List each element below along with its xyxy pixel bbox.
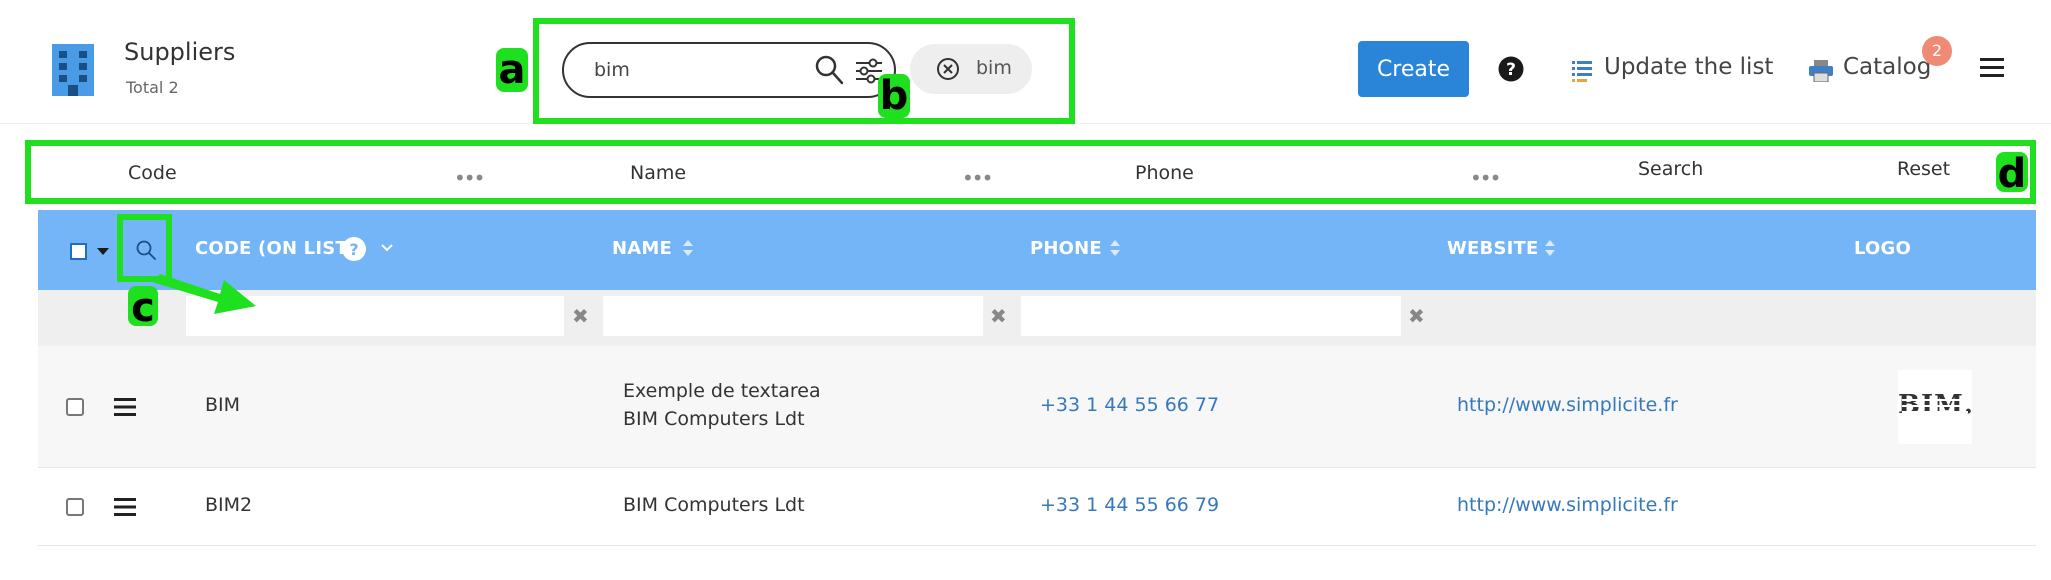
total-count: Total 2 [126,78,179,97]
logo-stripe [1902,405,1968,407]
sort-icon[interactable] [1544,239,1556,257]
column-header-phone[interactable]: PHONE [1030,238,1102,259]
svg-text:?: ? [349,240,358,259]
annotation-label-c: c [128,286,158,330]
update-list-link[interactable]: Update the list [1604,54,1773,80]
cell-name-line1: Exemple de textarea [623,380,821,402]
row-checkbox[interactable] [66,498,84,516]
code-help-icon[interactable]: ? [341,236,367,262]
sort-icon[interactable] [682,239,694,257]
cell-website-link[interactable]: http://www.simplicite.fr [1457,494,1678,516]
cell-code: BIM2 [205,494,253,516]
cell-phone-link[interactable]: +33 1 44 55 66 77 [1040,394,1219,416]
clear-name-search-icon[interactable]: ✖ [990,304,1007,328]
logo-stripe [1902,411,1968,413]
help-icon[interactable]: ? [1498,56,1524,82]
catalog-link[interactable]: Catalog [1843,54,1931,80]
building-icon [52,44,94,96]
column-search-row: ✖ ✖ ✖ [38,290,2036,346]
table-row[interactable]: BIM2 BIM Computers Ldt +33 1 44 55 66 79… [38,468,2036,546]
logo-stripe [1902,399,1968,401]
column-header-code[interactable]: CODE (ON LIST) [195,238,356,259]
table-header: CODE (ON LIST) ? NAME PHONE WEBSITE LOGO [38,210,2036,290]
create-button[interactable]: Create [1358,41,1469,97]
name-column-search-input[interactable] [603,296,983,336]
printer-icon[interactable] [1809,60,1833,82]
cell-website-link[interactable]: http://www.simplicite.fr [1457,394,1678,416]
svg-text:?: ? [1506,60,1516,80]
annotation-box-filter-bar [25,140,2036,204]
cell-phone-link[interactable]: +33 1 44 55 66 79 [1040,494,1219,516]
chevron-down-icon[interactable] [380,243,394,253]
clear-code-search-icon[interactable]: ✖ [572,304,589,328]
annotation-arrow [152,274,256,314]
annotation-label-b: b [878,73,910,119]
cell-name-line2: BIM Computers Ldt [623,408,805,430]
hamburger-menu-icon[interactable] [1980,57,2004,79]
select-all-checkbox[interactable] [70,243,87,260]
supplier-logo: BIM. [1898,370,1973,444]
clear-phone-search-icon[interactable]: ✖ [1408,304,1425,328]
table-row[interactable]: BIM Exemple de textarea BIM Computers Ld… [38,346,2036,468]
annotation-label-a: a [496,48,528,92]
row-checkbox[interactable] [66,398,84,416]
row-menu-icon[interactable] [114,397,136,417]
sort-icon[interactable] [1109,239,1121,257]
column-header-logo: LOGO [1854,238,1912,259]
cell-name: BIM Computers Ldt [623,494,805,516]
cell-code: BIM [205,394,241,416]
column-header-name[interactable]: NAME [612,238,672,259]
annotation-box-search [533,18,1075,124]
list-icon[interactable] [1572,60,1594,82]
catalog-badge: 2 [1922,36,1952,66]
caret-down-icon[interactable] [97,248,109,255]
page-title: Suppliers [124,38,236,66]
phone-column-search-input[interactable] [1021,296,1401,336]
row-menu-icon[interactable] [114,497,136,517]
annotation-label-d: d [1996,151,2028,197]
column-header-website[interactable]: WEBSITE [1447,238,1539,259]
